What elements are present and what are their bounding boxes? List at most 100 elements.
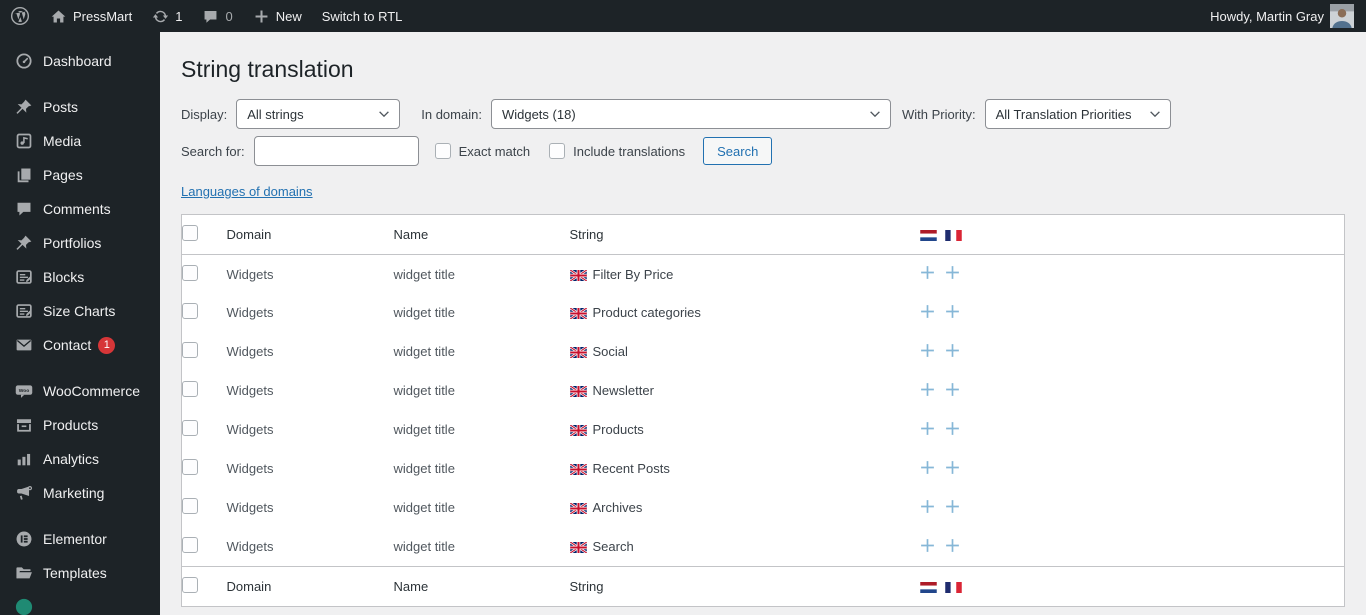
string-row: Widgets widget title Product categories (182, 293, 1345, 332)
footer-header-string: String (569, 565, 920, 607)
new-content-menu[interactable]: New (243, 0, 312, 32)
row-checkbox[interactable] (182, 537, 198, 554)
folder-icon (14, 563, 34, 583)
sidebar-item-label: Analytics (43, 451, 100, 467)
sidebar-item-partial[interactable] (0, 590, 160, 615)
row-domain: Widgets (226, 266, 274, 282)
sidebar-item-media[interactable]: Media (0, 124, 160, 158)
row-checkbox[interactable] (182, 342, 198, 359)
sidebar-item-portfolios[interactable]: Portfolios (0, 226, 160, 260)
plus-icon (253, 8, 270, 25)
account-menu[interactable]: Howdy, Martin Gray (1200, 0, 1366, 32)
fr-flag-icon (944, 581, 962, 593)
row-name: widget title (393, 500, 455, 516)
row-checkbox[interactable] (182, 264, 198, 281)
exact-match-checkbox[interactable] (434, 143, 451, 160)
sidebar-item-dashboard[interactable]: Dashboard (0, 44, 160, 78)
comments-link[interactable]: 0 (192, 0, 242, 32)
add-translation-button[interactable] (920, 421, 935, 436)
sidebar-item-label: Size Charts (43, 303, 116, 319)
sidebar-item-templates[interactable]: Templates (0, 556, 160, 590)
domain-select[interactable]: Widgets (18) (490, 99, 891, 130)
add-translation-button[interactable] (945, 265, 960, 280)
row-name: widget title (393, 266, 455, 282)
site-name-link[interactable]: PressMart (40, 0, 142, 32)
row-checkbox[interactable] (182, 381, 198, 398)
string-row: Widgets widget title Search (182, 527, 1345, 566)
switch-to-rtl-link[interactable]: Switch to RTL (312, 0, 413, 32)
wordpress-menu[interactable] (0, 0, 40, 32)
document-icon (14, 301, 34, 321)
row-domain: Widgets (226, 422, 274, 438)
sidebar-item-label: Blocks (43, 269, 85, 285)
sidebar-item-elementor[interactable]: Elementor (0, 522, 160, 556)
row-name: widget title (393, 344, 455, 360)
pushpin-icon (14, 97, 34, 117)
envelope-icon (14, 335, 34, 355)
column-header-name: Name (393, 214, 570, 255)
sidebar-item-woocommerce[interactable]: Woo WooCommerce (0, 374, 160, 408)
pushpin-icon (14, 233, 34, 253)
sidebar-item-contact[interactable]: Contact 1 (0, 328, 160, 362)
sidebar-item-label: Posts (43, 99, 79, 115)
add-translation-button[interactable] (920, 499, 935, 514)
sidebar-item-analytics[interactable]: Analytics (0, 442, 160, 476)
add-translation-button[interactable] (945, 304, 960, 319)
sidebar-item-marketing[interactable]: Marketing (0, 476, 160, 510)
document-icon (14, 267, 34, 287)
table-header-row: Domain Name String (181, 214, 1345, 255)
sidebar-item-label: Portfolios (43, 235, 102, 251)
menu-separator (0, 78, 160, 90)
select-all-checkbox[interactable] (182, 576, 198, 593)
row-domain: Widgets (226, 383, 274, 399)
add-translation-button[interactable] (945, 538, 960, 553)
select-all-checkbox[interactable] (182, 224, 198, 241)
add-translation-button[interactable] (945, 343, 960, 358)
row-string: Filter By Price (592, 266, 674, 282)
sidebar-item-size-charts[interactable]: Size Charts (0, 294, 160, 328)
add-translation-button[interactable] (945, 421, 960, 436)
add-translation-button[interactable] (945, 499, 960, 514)
add-translation-button[interactable] (920, 538, 935, 553)
languages-of-domains-link[interactable]: Languages of domains (181, 184, 313, 199)
include-translations-checkbox[interactable] (549, 143, 566, 160)
add-translation-button[interactable] (920, 265, 935, 280)
row-domain: Widgets (226, 344, 274, 360)
add-translation-button[interactable] (920, 460, 935, 475)
row-checkbox[interactable] (182, 303, 198, 320)
sidebar-item-blocks[interactable]: Blocks (0, 260, 160, 294)
sidebar-item-pages[interactable]: Pages (0, 158, 160, 192)
string-row: Widgets widget title Recent Posts (182, 449, 1345, 488)
string-row: Widgets widget title Archives (182, 488, 1345, 527)
row-checkbox[interactable] (182, 420, 198, 437)
display-select[interactable]: All strings (236, 99, 401, 130)
row-checkbox[interactable] (182, 498, 198, 515)
column-header-domain: Domain (226, 214, 394, 255)
add-translation-button[interactable] (920, 343, 935, 358)
uk-flag-icon (569, 386, 587, 398)
row-domain: Widgets (226, 461, 274, 477)
uk-flag-icon (569, 464, 587, 476)
search-button[interactable]: Search (703, 137, 773, 166)
uk-flag-icon (569, 503, 587, 515)
comment-icon (202, 8, 219, 25)
search-input[interactable] (253, 136, 419, 167)
add-translation-button[interactable] (920, 382, 935, 397)
fr-flag-icon (944, 229, 962, 241)
priority-select[interactable]: All Translation Priorities (984, 99, 1171, 130)
sidebar-item-posts[interactable]: Posts (0, 90, 160, 124)
add-translation-button[interactable] (945, 460, 960, 475)
sidebar-item-products[interactable]: Products (0, 408, 160, 442)
sidebar-item-comments[interactable]: Comments (0, 192, 160, 226)
row-name: widget title (393, 383, 455, 399)
megaphone-icon (14, 483, 34, 503)
domain-select-value: Widgets (18) (501, 106, 576, 122)
add-translation-button[interactable] (945, 382, 960, 397)
updates-link[interactable]: 1 (142, 0, 192, 32)
add-translation-button[interactable] (920, 304, 935, 319)
chevron-down-icon (1148, 107, 1162, 124)
archive-box-icon (14, 415, 34, 435)
sidebar-item-label: Templates (43, 565, 107, 581)
row-checkbox[interactable] (182, 459, 198, 476)
sidebar-item-label: WooCommerce (43, 383, 140, 399)
